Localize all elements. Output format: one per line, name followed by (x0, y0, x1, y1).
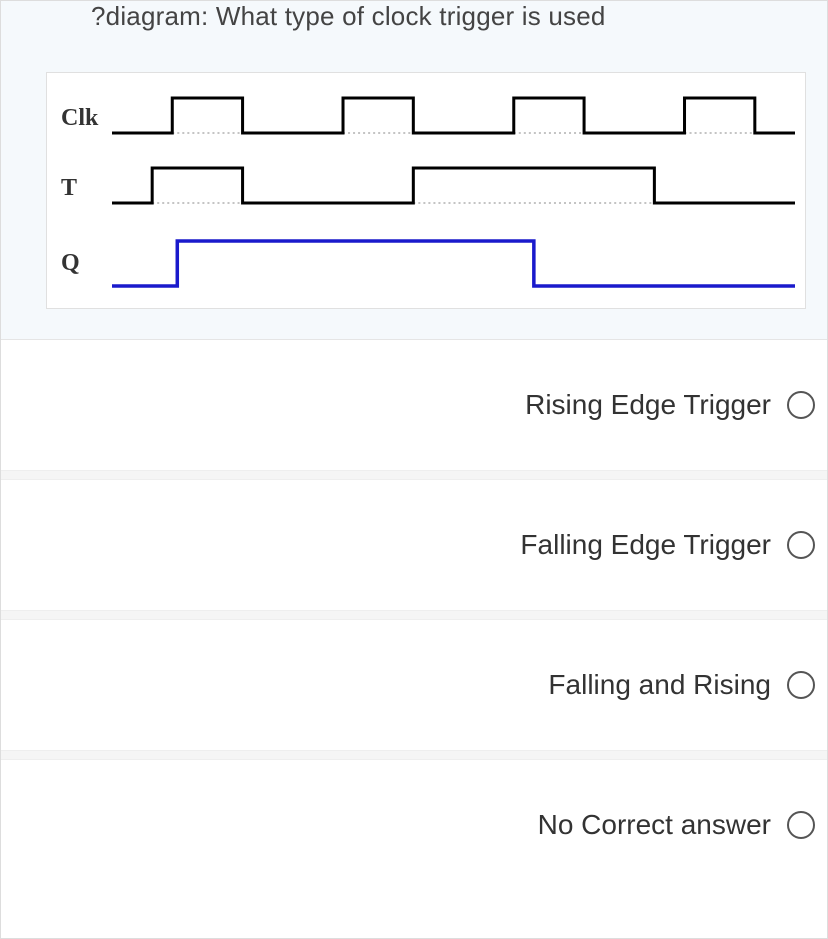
quiz-container: ?diagram: What type of clock trigger is … (0, 0, 828, 939)
option-falling-edge[interactable]: Falling Edge Trigger (1, 480, 827, 610)
q-waveform (112, 223, 795, 303)
option-no-correct[interactable]: No Correct answer (1, 760, 827, 890)
q-label: Q (57, 250, 112, 277)
radio-icon (787, 531, 815, 559)
t-waveform (112, 153, 795, 223)
options-list: Rising Edge Trigger Falling Edge Trigger… (1, 340, 827, 890)
t-label: T (57, 175, 112, 202)
radio-icon (787, 811, 815, 839)
clk-waveform (112, 83, 795, 153)
radio-icon (787, 391, 815, 419)
option-label: No Correct answer (538, 809, 771, 841)
question-text: ?diagram: What type of clock trigger is … (31, 1, 797, 72)
question-area: ?diagram: What type of clock trigger is … (1, 1, 827, 340)
clk-label: Clk (57, 105, 112, 132)
timing-diagram: Clk T Q (46, 72, 806, 309)
radio-icon (787, 671, 815, 699)
option-falling-and-rising[interactable]: Falling and Rising (1, 620, 827, 750)
signal-row-clk: Clk (57, 83, 795, 153)
option-rising-edge[interactable]: Rising Edge Trigger (1, 340, 827, 470)
option-label: Falling Edge Trigger (520, 529, 771, 561)
option-label: Falling and Rising (548, 669, 771, 701)
option-label: Rising Edge Trigger (525, 389, 771, 421)
signal-row-q: Q (57, 223, 795, 303)
option-divider (1, 610, 827, 620)
signal-row-t: T (57, 153, 795, 223)
option-divider (1, 470, 827, 480)
option-divider (1, 750, 827, 760)
